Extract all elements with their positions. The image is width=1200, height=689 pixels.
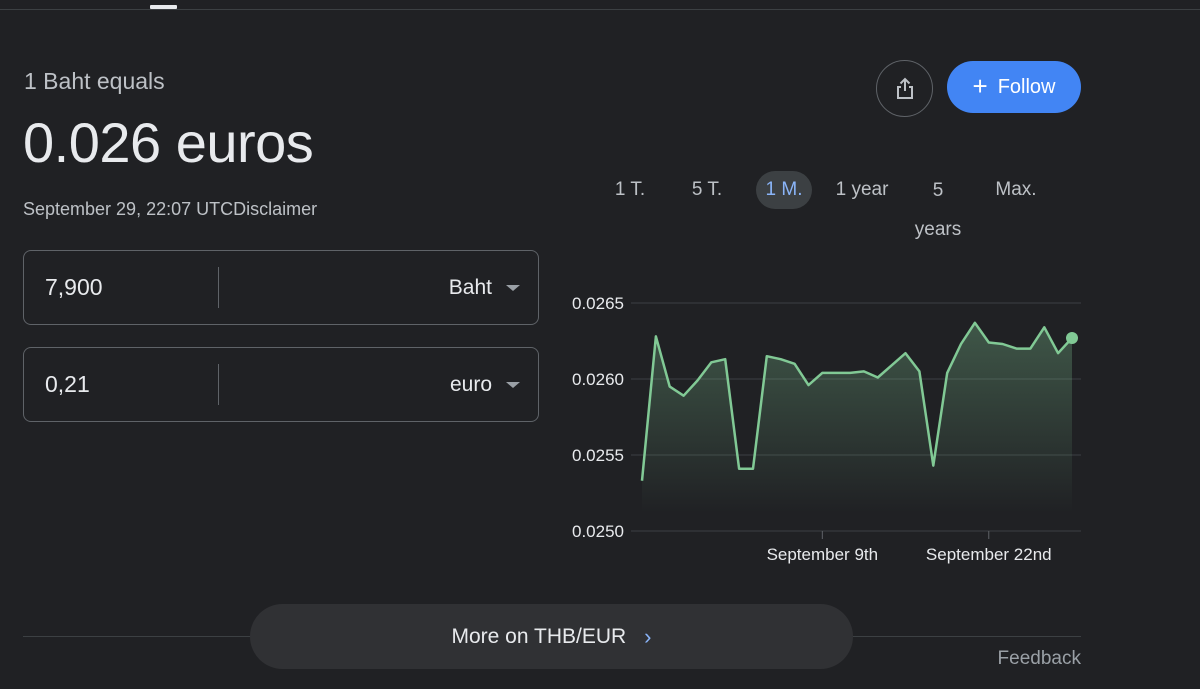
y-tick-label: 0.0250 [572,522,624,541]
top-divider [0,9,1200,10]
range-tab-1d[interactable]: 1 T. [605,171,655,209]
x-tick-label: September 9th [767,545,879,564]
from-amount-row: Baht [23,250,539,325]
timestamp: September 29, 22:07 UTCDisclaimer [23,199,317,220]
disclaimer-link[interactable]: Disclaimer [233,199,317,219]
from-divider [218,267,219,308]
share-button[interactable] [876,60,933,117]
x-tick-label: September 22nd [926,545,1052,564]
exchange-rate-chart: 0.0265 0.0260 0.0255 0.0250 September 9th Se… [572,294,1081,564]
y-tick-label: 0.0260 [572,370,624,389]
to-amount-input[interactable] [24,348,219,421]
to-divider [218,364,219,405]
chart-area-fill [642,322,1072,513]
rate-value: 0.026 euros [23,111,314,174]
range-tab-5y-label: 5 years [914,180,962,240]
follow-button[interactable]: + Follow [947,61,1081,113]
feedback-link[interactable]: Feedback [998,648,1081,670]
plus-icon: + [972,71,988,101]
range-tab-5d[interactable]: 5 T. [681,171,733,209]
y-tick-label: 0.0265 [572,294,624,313]
y-tick-label: 0.0255 [572,446,624,465]
equals-label: 1 Baht equals [24,68,165,94]
share-icon [896,77,913,99]
active-tab-indicator [150,5,177,9]
caret-down-icon [506,284,520,291]
to-amount-row: euro [23,347,539,422]
more-label: More on THB/EUR [451,624,627,648]
from-currency-label: Baht [448,275,492,299]
currency-converter-panel: 1 Baht equals 0.026 euros September 29, … [0,0,1200,689]
chevron-right-icon: › [644,623,652,649]
to-currency-select[interactable]: euro [450,348,520,421]
range-tab-5y[interactable]: 5 years [908,171,968,249]
range-tab-1y[interactable]: 1 year [830,171,894,209]
chart-last-point [1066,331,1078,344]
from-currency-select[interactable]: Baht [449,251,520,324]
timestamp-text: September 29, 22:07 UTC [23,199,234,219]
to-currency-label: euro [449,372,492,396]
from-amount-input[interactable] [24,251,219,324]
more-on-pair-button[interactable]: More on THB/EUR › [250,604,853,669]
follow-label: Follow [997,75,1056,98]
range-tab-max[interactable]: Max. [985,171,1047,209]
caret-down-icon [506,381,520,388]
range-tab-1m[interactable]: 1 M. [756,171,812,209]
